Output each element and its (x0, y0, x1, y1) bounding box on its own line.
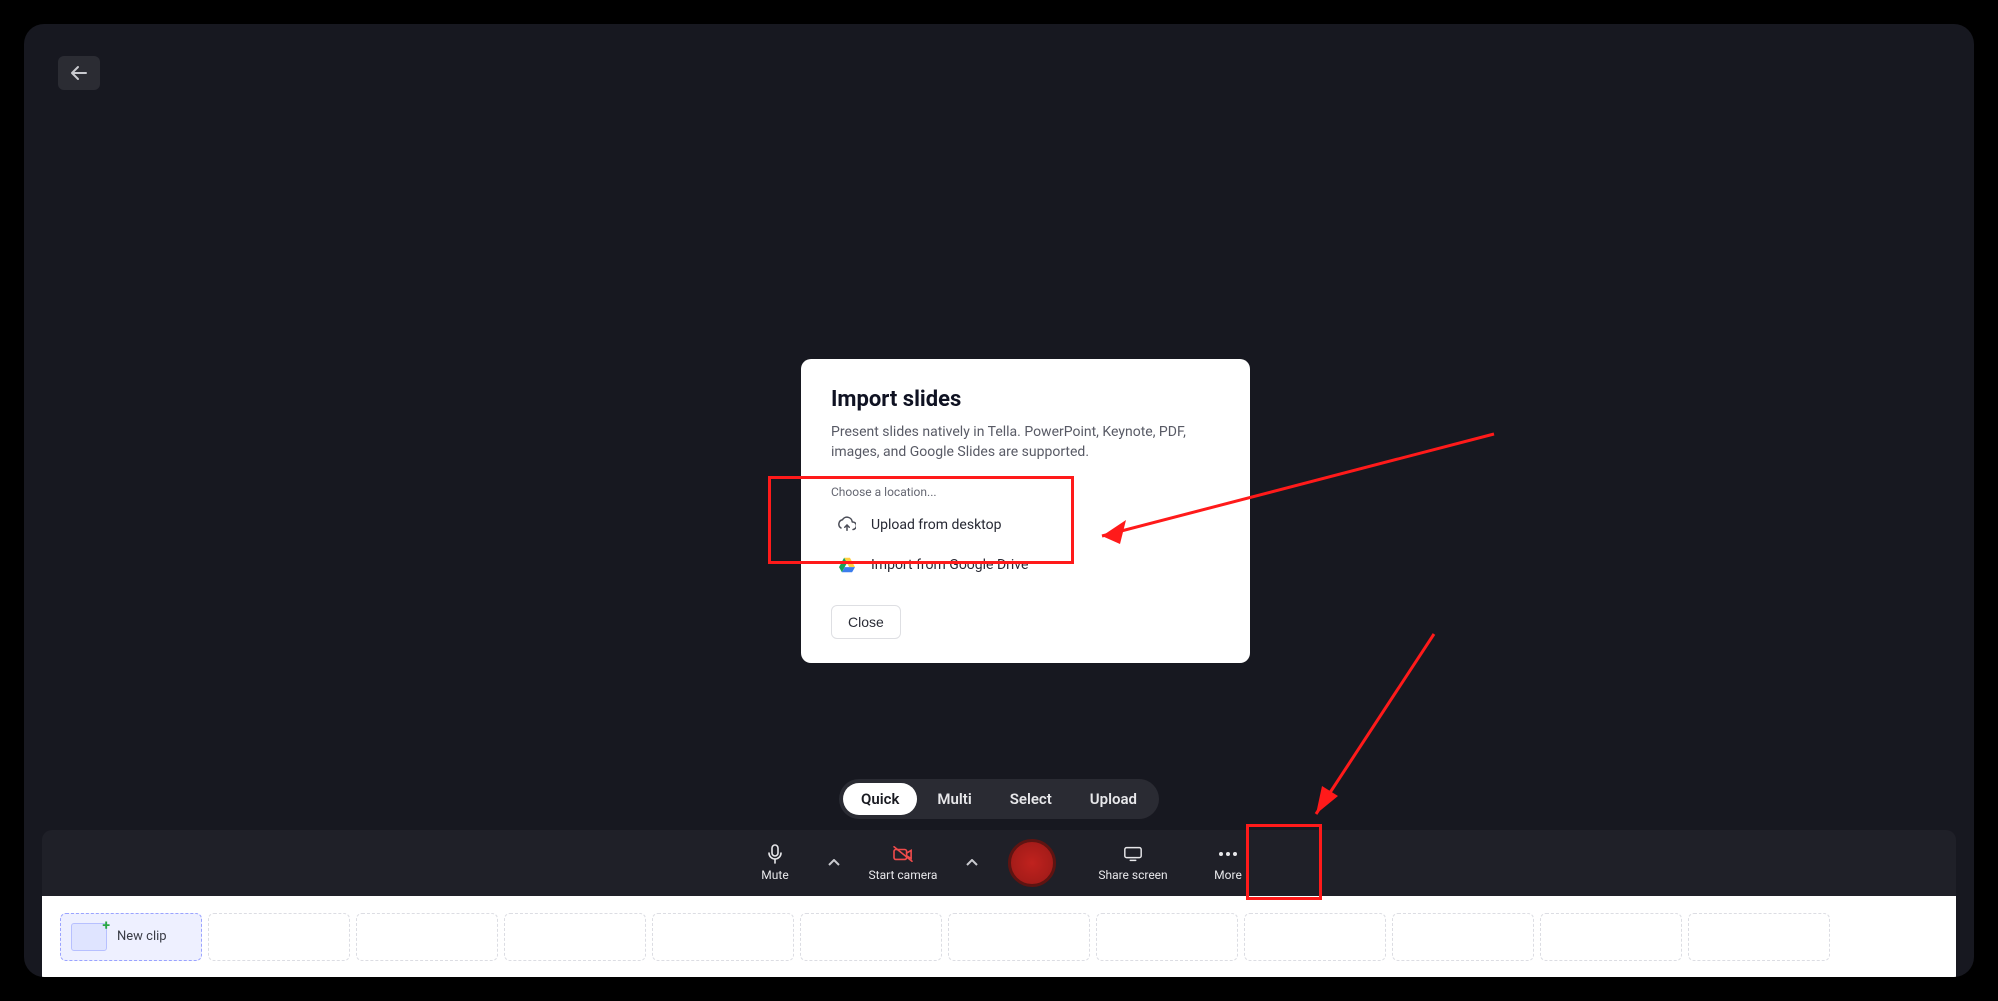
upload-from-desktop-option[interactable]: Upload from desktop (831, 507, 1220, 543)
camera-options-chevron[interactable] (958, 859, 986, 867)
clip-slot[interactable] (1688, 913, 1830, 961)
close-button[interactable]: Close (831, 605, 901, 639)
microphone-icon (767, 844, 783, 864)
monitor-icon (1123, 844, 1143, 864)
option-label: Import from Google Drive (871, 557, 1028, 573)
clip-slot[interactable] (800, 913, 942, 961)
clip-slot[interactable] (1244, 913, 1386, 961)
clip-slot[interactable] (356, 913, 498, 961)
start-camera-button[interactable]: Start camera (848, 844, 958, 882)
control-label: More (1214, 868, 1242, 882)
mode-quick[interactable]: Quick (843, 783, 917, 815)
chevron-up-icon (828, 859, 840, 867)
more-button[interactable]: More (1188, 844, 1268, 882)
mode-select[interactable]: Select (992, 783, 1070, 815)
mute-options-chevron[interactable] (820, 859, 848, 867)
mode-upload[interactable]: Upload (1072, 783, 1155, 815)
mute-button[interactable]: Mute (730, 844, 820, 882)
choose-location-label: Choose a location... (831, 485, 1220, 499)
clip-slot[interactable] (1096, 913, 1238, 961)
control-label: Share screen (1098, 868, 1167, 882)
clip-slot[interactable] (504, 913, 646, 961)
more-horizontal-icon (1218, 844, 1238, 864)
new-clip-label: New clip (117, 929, 167, 944)
chevron-up-icon (966, 859, 978, 867)
upload-icon (837, 515, 857, 535)
control-label: Mute (761, 868, 788, 882)
share-screen-button[interactable]: Share screen (1078, 844, 1188, 882)
mode-multi[interactable]: Multi (919, 783, 989, 815)
mode-segmented-control: Quick Multi Select Upload (839, 779, 1159, 819)
modal-description: Present slides natively in Tella. PowerP… (831, 422, 1220, 463)
clip-slot[interactable] (652, 913, 794, 961)
option-label: Upload from desktop (871, 517, 1001, 533)
record-button[interactable] (1008, 839, 1056, 887)
import-from-google-drive-option[interactable]: Import from Google Drive (831, 547, 1220, 583)
new-clip-button[interactable]: New clip (60, 913, 202, 961)
control-label: Start camera (869, 868, 938, 882)
camera-off-icon (892, 844, 914, 864)
control-bar: Mute Start camera (42, 830, 1956, 896)
google-drive-icon (837, 555, 857, 575)
clip-slot[interactable] (208, 913, 350, 961)
arrow-left-icon (70, 65, 88, 81)
clip-slot[interactable] (1392, 913, 1534, 961)
clip-thumb-icon (71, 923, 107, 951)
clip-slot[interactable] (948, 913, 1090, 961)
annotation-arrow-more (1294, 624, 1454, 834)
recorder-panel: Import slides Present slides natively in… (24, 24, 1974, 977)
control-group: Mute Start camera (730, 839, 1268, 887)
modal-title: Import slides (831, 387, 1220, 412)
import-slides-modal: Import slides Present slides natively in… (801, 359, 1250, 663)
clip-strip: New clip (42, 896, 1956, 977)
back-button[interactable] (58, 56, 100, 90)
clip-slot[interactable] (1540, 913, 1682, 961)
